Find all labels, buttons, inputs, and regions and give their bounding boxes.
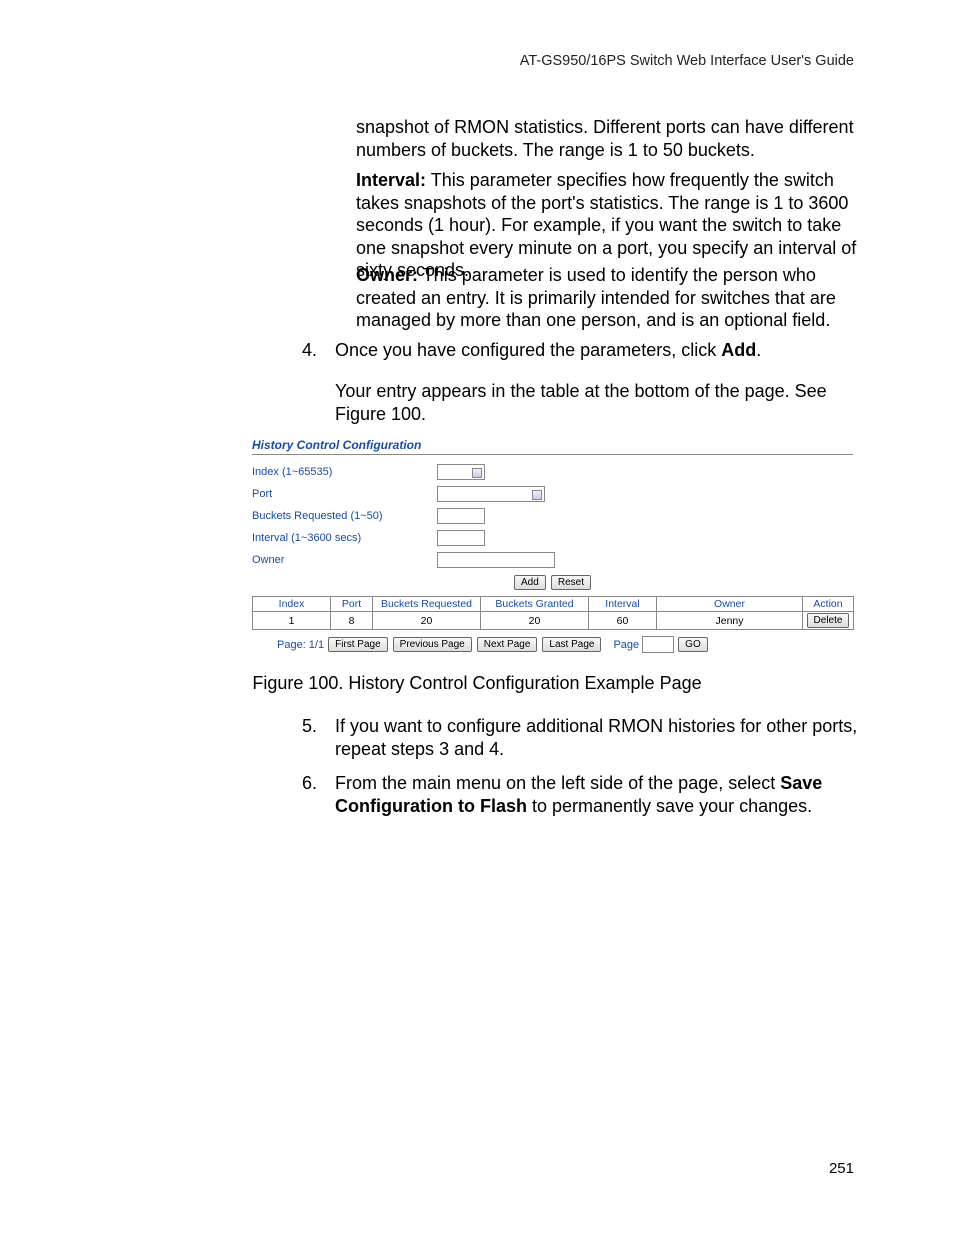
th-port: Port xyxy=(331,597,373,612)
th-action: Action xyxy=(803,597,854,612)
reset-button[interactable]: Reset xyxy=(551,575,591,590)
label-interval: Interval (1~3600 secs) xyxy=(252,532,437,544)
table-header-row: Index Port Buckets Requested Buckets Gra… xyxy=(253,597,854,612)
delete-button[interactable]: Delete xyxy=(807,613,850,628)
button-bar: Add Reset xyxy=(252,575,853,590)
figure-caption: Figure 100. History Control Configuratio… xyxy=(0,673,954,694)
td-action: Delete xyxy=(803,612,854,630)
step-6-text-b: to permanently save your changes. xyxy=(527,796,812,816)
first-page-button[interactable]: First Page xyxy=(328,637,388,652)
figure-title: History Control Configuration xyxy=(252,438,853,452)
th-owner: Owner xyxy=(657,597,803,612)
select-index[interactable] xyxy=(437,464,485,480)
table-row: 1 8 20 20 60 Jenny Delete xyxy=(253,612,854,630)
step-4-followup: Your entry appears in the table at the b… xyxy=(335,380,875,425)
go-button[interactable]: GO xyxy=(678,637,708,652)
form-row-interval: Interval (1~3600 secs) xyxy=(252,527,853,549)
step-5-text: If you want to configure additional RMON… xyxy=(335,715,875,760)
th-buckets-grant: Buckets Granted xyxy=(481,597,589,612)
td-owner: Jenny xyxy=(657,612,803,630)
step-5-num: 5. xyxy=(302,715,335,738)
td-port: 8 xyxy=(331,612,373,630)
label-port: Port xyxy=(252,488,437,500)
step-6: 6.From the main menu on the left side of… xyxy=(302,772,877,817)
page-number: 251 xyxy=(829,1160,854,1177)
form-row-port: Port xyxy=(252,483,853,505)
input-owner[interactable] xyxy=(437,552,555,568)
owner-label: Owner: xyxy=(356,265,418,285)
next-page-button[interactable]: Next Page xyxy=(477,637,538,652)
para-owner: Owner: This parameter is used to identif… xyxy=(356,264,876,332)
pager-page-label: Page xyxy=(613,639,639,651)
para-snapshot: snapshot of RMON statistics. Different p… xyxy=(356,116,876,161)
figure-history-control: History Control Configuration Index (1~6… xyxy=(252,438,853,653)
form-row-index: Index (1~65535) xyxy=(252,461,853,483)
step-4-text-a: Once you have configured the parameters,… xyxy=(335,340,721,360)
label-owner: Owner xyxy=(252,554,437,566)
step-6-num: 6. xyxy=(302,772,335,795)
history-table: Index Port Buckets Requested Buckets Gra… xyxy=(252,596,854,630)
label-buckets: Buckets Requested (1~50) xyxy=(252,510,437,522)
td-buckets-grant: 20 xyxy=(481,612,589,630)
input-buckets[interactable] xyxy=(437,508,485,524)
td-buckets-req: 20 xyxy=(373,612,481,630)
input-interval[interactable] xyxy=(437,530,485,546)
step-4-num: 4. xyxy=(302,339,335,362)
step-4: 4.Once you have configured the parameter… xyxy=(302,339,877,362)
previous-page-button[interactable]: Previous Page xyxy=(393,637,472,652)
add-button[interactable]: Add xyxy=(514,575,546,590)
form-row-owner: Owner xyxy=(252,549,853,571)
step-4-bold: Add xyxy=(721,340,756,360)
last-page-button[interactable]: Last Page xyxy=(542,637,601,652)
td-interval: 60 xyxy=(589,612,657,630)
pager: Page: 1/1 First Page Previous Page Next … xyxy=(252,636,853,653)
step-6-text-a: From the main menu on the left side of t… xyxy=(335,773,780,793)
label-index: Index (1~65535) xyxy=(252,466,437,478)
form-row-buckets: Buckets Requested (1~50) xyxy=(252,505,853,527)
step-5: 5.If you want to configure additional RM… xyxy=(302,715,877,760)
interval-label: Interval: xyxy=(356,170,426,190)
th-index: Index xyxy=(253,597,331,612)
select-port[interactable] xyxy=(437,486,545,502)
page-header: AT-GS950/16PS Switch Web Interface User'… xyxy=(520,53,854,69)
pager-page-input[interactable] xyxy=(642,636,674,653)
th-buckets-req: Buckets Requested xyxy=(373,597,481,612)
pager-label: Page: 1/1 xyxy=(277,639,324,651)
owner-text: This parameter is used to identify the p… xyxy=(356,265,836,330)
step-4-text-b: . xyxy=(756,340,761,360)
td-index: 1 xyxy=(253,612,331,630)
th-interval: Interval xyxy=(589,597,657,612)
figure-divider xyxy=(252,454,853,455)
